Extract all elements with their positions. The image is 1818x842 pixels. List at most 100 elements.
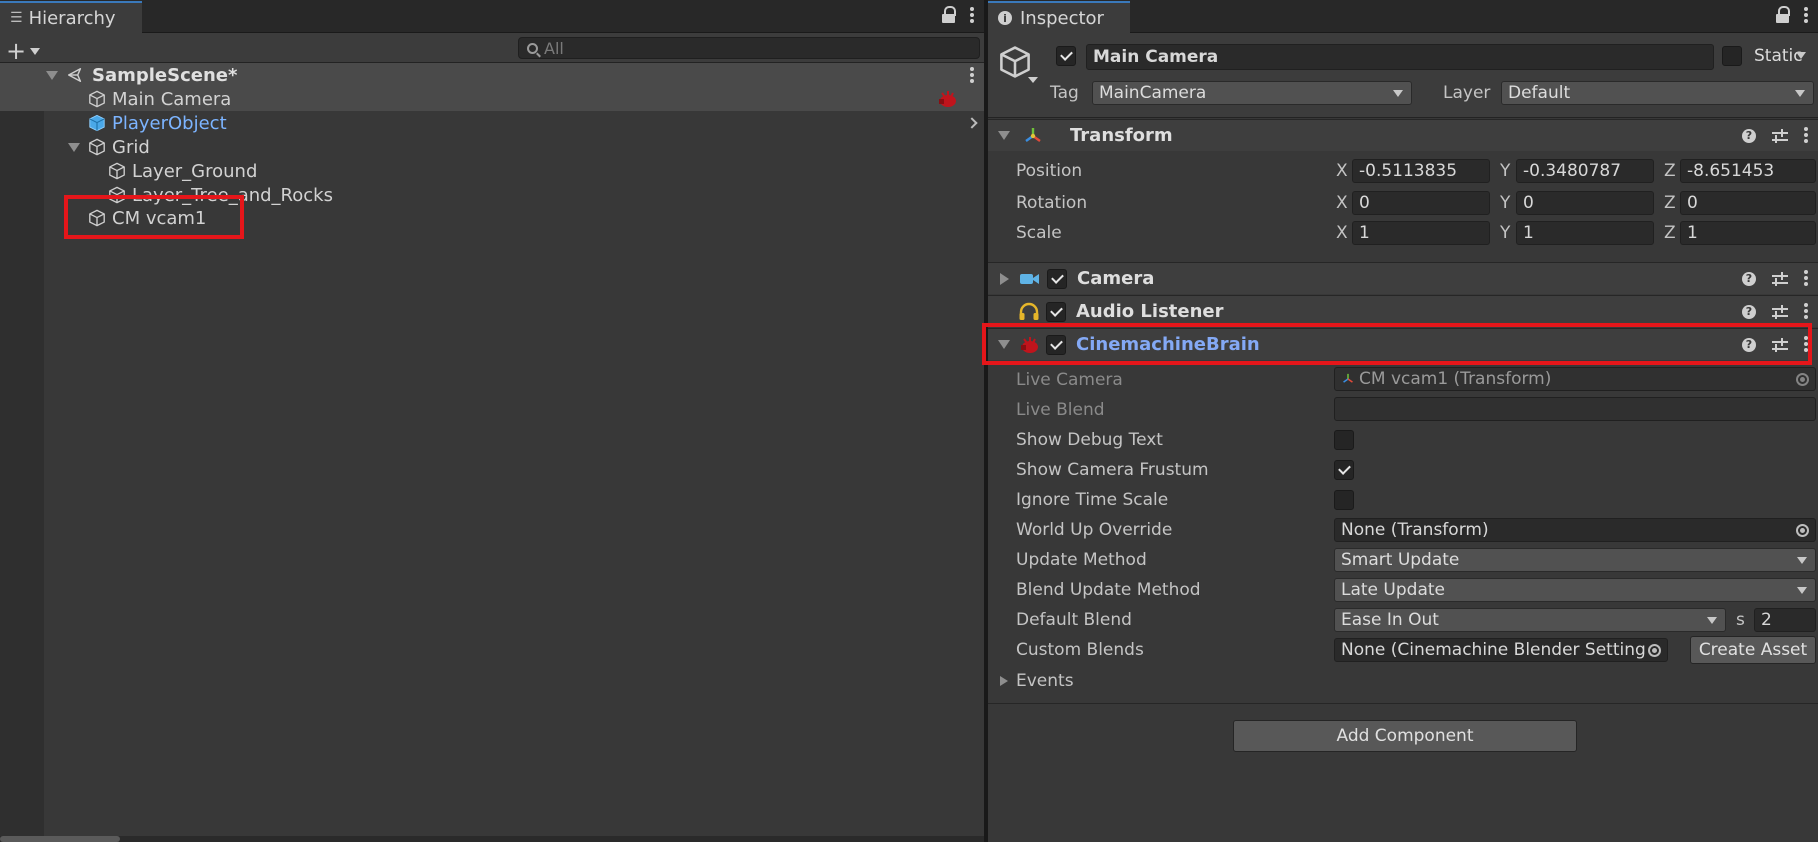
component-menu-icon[interactable] <box>1804 335 1808 354</box>
inspector-tabbar: i Inspector <box>988 0 1818 33</box>
fold-arrow-icon[interactable] <box>1000 272 1009 285</box>
component-menu-icon[interactable] <box>1804 269 1808 288</box>
create-button[interactable]: + <box>6 37 41 65</box>
custom-blends-value: None (Cinemachine Blender Setting <box>1341 640 1646 660</box>
presets-icon[interactable] <box>1772 304 1788 319</box>
scale-z-field[interactable]: 1 <box>1680 221 1816 245</box>
tag-dropdown[interactable]: MainCamera <box>1092 81 1412 105</box>
tree-item-grid[interactable]: Grid <box>0 135 984 159</box>
plus-icon: + <box>6 37 27 65</box>
tree-item-main-camera[interactable]: Main Camera <box>0 87 984 111</box>
fold-arrow-icon[interactable] <box>998 131 1010 140</box>
transform-header[interactable]: Transform ? <box>988 119 1818 151</box>
position-y-field[interactable]: -0.3480787 <box>1516 159 1654 183</box>
blend-update-method-dropdown[interactable]: Late Update <box>1334 578 1816 602</box>
presets-icon[interactable] <box>1772 271 1788 286</box>
live-camera-field: CM vcam1 (Transform) <box>1334 367 1816 391</box>
events-foldout[interactable]: Events <box>1000 671 1074 691</box>
layer-label: Layer <box>1443 83 1491 103</box>
tree-item-label: Layer_Tree_and_Rocks <box>132 184 333 206</box>
horizontal-scrollbar[interactable] <box>0 836 984 842</box>
fold-arrow-icon[interactable] <box>68 142 80 152</box>
default-blend-value: Ease In Out <box>1341 610 1439 630</box>
lock-icon[interactable] <box>942 6 956 24</box>
axis-y-label: Y <box>1500 193 1511 213</box>
ignore-time-scale-checkbox[interactable] <box>1334 490 1354 510</box>
chevron-right-icon[interactable] <box>966 117 978 129</box>
camera-header[interactable]: Camera ? <box>988 262 1818 294</box>
show-debug-text-checkbox[interactable] <box>1334 430 1354 450</box>
audio-listener-enabled-checkbox[interactable] <box>1046 301 1066 322</box>
update-method-dropdown[interactable]: Smart Update <box>1334 548 1816 572</box>
gameobject-icon <box>108 162 126 180</box>
live-blend-label: Live Blend <box>1016 400 1105 420</box>
audio-listener-header[interactable]: Audio Listener ? <box>988 295 1818 327</box>
hierarchy-panel: ☰ Hierarchy + All SampleScene* Main Came… <box>0 0 984 842</box>
create-asset-button[interactable]: Create Asset <box>1690 636 1816 664</box>
tab-inspector[interactable]: i Inspector <box>988 1 1130 33</box>
tab-inspector-label: Inspector <box>1020 7 1104 29</box>
tab-hierarchy[interactable]: ☰ Hierarchy <box>0 1 142 33</box>
static-checkbox[interactable] <box>1722 46 1742 66</box>
search-input[interactable]: All <box>518 37 980 59</box>
tree-item-label: Main Camera <box>112 88 232 110</box>
gameobject-icon <box>88 209 106 227</box>
inspector-panel: i Inspector Main Camera Static Tag MainC… <box>982 0 1818 842</box>
scale-y-field[interactable]: 1 <box>1516 221 1654 245</box>
lock-icon[interactable] <box>1776 6 1790 24</box>
live-camera-label: Live Camera <box>1016 370 1123 390</box>
camera-enabled-checkbox[interactable] <box>1047 268 1067 289</box>
rotation-y-field[interactable]: 0 <box>1516 191 1654 215</box>
cinemachine-brain-header[interactable]: CinemachineBrain ? <box>988 328 1818 360</box>
tree-item-layer-ground[interactable]: Layer_Ground <box>0 159 984 183</box>
scene-more-icon[interactable] <box>970 66 974 84</box>
layer-value: Default <box>1508 83 1571 103</box>
position-x-field[interactable]: -0.5113835 <box>1352 159 1490 183</box>
custom-blends-field[interactable]: None (Cinemachine Blender Setting <box>1334 638 1668 662</box>
more-options-icon[interactable] <box>1804 6 1808 24</box>
component-menu-icon[interactable] <box>1804 126 1808 145</box>
presets-icon[interactable] <box>1772 128 1788 143</box>
tree-item-layer-tree-and-rocks[interactable]: Layer_Tree_and_Rocks <box>0 183 984 207</box>
gameobject-icon[interactable] <box>998 45 1032 79</box>
search-placeholder: All <box>544 38 564 58</box>
hierarchy-tabbar: ☰ Hierarchy <box>0 0 984 33</box>
brain-enabled-checkbox[interactable] <box>1046 334 1066 355</box>
fold-arrow-icon[interactable] <box>998 340 1010 349</box>
show-camera-frustum-checkbox[interactable] <box>1334 460 1354 480</box>
scale-x-field[interactable]: 1 <box>1352 221 1490 245</box>
fold-arrow-icon[interactable] <box>46 70 58 80</box>
presets-icon[interactable] <box>1772 337 1788 352</box>
object-picker-icon[interactable] <box>1796 524 1809 537</box>
object-name-field[interactable]: Main Camera <box>1086 44 1714 70</box>
layer-dropdown[interactable]: Default <box>1501 81 1814 105</box>
chevron-down-icon[interactable] <box>1028 77 1038 83</box>
scene-row[interactable]: SampleScene* <box>0 63 984 87</box>
fold-arrow-icon[interactable] <box>1000 676 1008 686</box>
component-menu-icon[interactable] <box>1804 302 1808 321</box>
more-options-icon[interactable] <box>970 6 974 24</box>
live-blend-field <box>1334 397 1816 421</box>
default-blend-dropdown[interactable]: Ease In Out <box>1334 608 1726 632</box>
active-checkbox[interactable] <box>1056 46 1076 66</box>
help-icon[interactable]: ? <box>1742 271 1756 286</box>
axis-x-label: X <box>1336 161 1348 181</box>
position-z-field[interactable]: -8.651453 <box>1680 159 1816 183</box>
tree-item-player-object[interactable]: PlayerObject <box>0 111 984 135</box>
add-component-button[interactable]: Add Component <box>1233 720 1577 752</box>
transform-icon <box>1025 127 1041 142</box>
scrollbar-thumb[interactable] <box>0 836 120 842</box>
tab-hierarchy-label: Hierarchy <box>28 7 116 29</box>
help-icon[interactable]: ? <box>1742 337 1756 352</box>
rotation-x-field[interactable]: 0 <box>1352 191 1490 215</box>
static-dropdown[interactable]: Static <box>1748 44 1814 68</box>
tree-item-cm-vcam1[interactable]: CM vcam1 <box>0 206 984 230</box>
world-up-override-field[interactable]: None (Transform) <box>1334 518 1816 542</box>
default-blend-time-field[interactable]: 2 <box>1754 608 1816 632</box>
rotation-z-field[interactable]: 0 <box>1680 191 1816 215</box>
axis-x-label: X <box>1336 223 1348 243</box>
gameobject-icon <box>88 90 106 108</box>
help-icon[interactable]: ? <box>1742 128 1756 143</box>
help-icon[interactable]: ? <box>1742 304 1756 319</box>
object-picker-icon[interactable] <box>1648 644 1661 657</box>
